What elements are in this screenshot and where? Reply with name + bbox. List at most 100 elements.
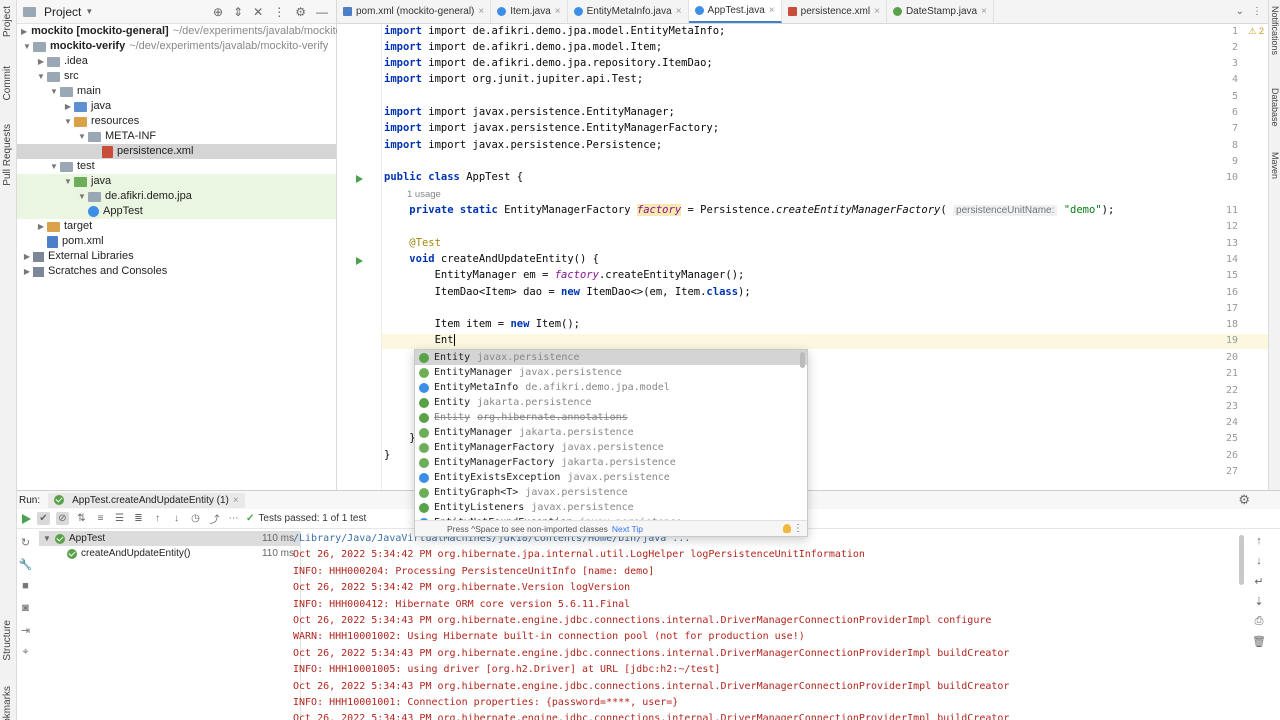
console-output[interactable]: /Library/Java/JavaVirtualMachines/jdk18/… bbox=[293, 531, 1238, 720]
tree-item-test[interactable]: ▼ test bbox=[17, 159, 336, 174]
import-icon[interactable]: ⋯ bbox=[227, 512, 240, 525]
chevron-right-icon[interactable]: ▶ bbox=[62, 99, 74, 114]
chevron-down-icon[interactable]: ▼ bbox=[76, 129, 88, 144]
hide-icon[interactable]: — bbox=[316, 5, 328, 19]
close-icon[interactable]: × bbox=[478, 6, 484, 17]
test-suite-row[interactable]: ▼ AppTest 110 ms bbox=[39, 531, 300, 546]
chevron-right-icon[interactable]: ▶ bbox=[21, 24, 27, 39]
test-case-row[interactable]: createAndUpdateEntity() 110 ms bbox=[39, 546, 300, 561]
project-panel-title[interactable]: Project bbox=[44, 5, 81, 19]
camera-icon[interactable]: ◙ bbox=[17, 597, 34, 619]
collapse-all-icon[interactable]: ≣ bbox=[132, 512, 145, 525]
gear-icon[interactable]: ⚙ bbox=[295, 5, 306, 19]
commit-tool-tab[interactable]: Commit bbox=[2, 66, 13, 100]
tree-item-src[interactable]: ▼ src bbox=[17, 69, 336, 84]
show-passed-icon[interactable]: ✔ bbox=[37, 512, 50, 525]
completion-item[interactable]: EntityManagerFactory jakarta.persistence bbox=[415, 455, 807, 470]
tree-item-scratches[interactable]: ▶ Scratches and Consoles bbox=[17, 264, 336, 279]
bookmarks-tool-tab[interactable]: Bookmarks bbox=[2, 686, 13, 720]
chevron-right-icon[interactable]: ▶ bbox=[21, 264, 33, 279]
close-icon[interactable]: × bbox=[676, 6, 682, 17]
chevron-down-icon[interactable]: ▼ bbox=[35, 69, 47, 84]
tree-item-main[interactable]: ▼ main bbox=[17, 84, 336, 99]
tree-item-mockito[interactable]: ▶ mockito [mockito-general] ~/dev/experi… bbox=[17, 24, 342, 39]
rerun-failed-icon[interactable]: ↻ bbox=[17, 531, 34, 553]
export-icon[interactable]: ⤴ bbox=[208, 512, 221, 526]
trash-icon[interactable]: 🗑 bbox=[1248, 631, 1270, 651]
completion-item[interactable]: Entity javax.persistence bbox=[415, 350, 807, 365]
tree-item-package[interactable]: ▼ de.afikri.demo.jpa bbox=[17, 189, 336, 204]
tab-persistence-xml[interactable]: persistence.xml × bbox=[782, 0, 887, 23]
tree-item-target[interactable]: ▶ target bbox=[17, 219, 336, 234]
structure-tool-tab[interactable]: Structure bbox=[2, 620, 13, 661]
chevron-right-icon[interactable]: ▶ bbox=[35, 54, 47, 69]
more-icon[interactable]: ⋮ bbox=[793, 523, 803, 534]
lightbulb-icon[interactable] bbox=[783, 524, 791, 533]
sort-alpha-icon[interactable]: ⇅ bbox=[75, 512, 88, 525]
completion-item[interactable]: EntityExistsException javax.persistence bbox=[415, 470, 807, 485]
tree-item-apptest[interactable]: AppTest bbox=[17, 204, 336, 219]
chevron-down-icon[interactable]: ▼ bbox=[76, 189, 88, 204]
expand-all-icon[interactable]: ☰ bbox=[113, 512, 126, 525]
tree-item-idea[interactable]: ▶ .idea bbox=[17, 54, 336, 69]
collapse-all-icon[interactable]: ⇕ bbox=[233, 5, 243, 19]
stop-icon[interactable]: ■ bbox=[17, 575, 34, 597]
rerun-icon[interactable] bbox=[22, 513, 31, 524]
login-icon[interactable]: ⇥ bbox=[17, 619, 34, 641]
tab-list-icon[interactable]: ⌄ bbox=[1236, 6, 1244, 17]
console-scrollbar[interactable] bbox=[1239, 535, 1244, 585]
close-icon[interactable]: × bbox=[981, 6, 987, 17]
completion-item[interactable]: EntityManagerFactory javax.persistence bbox=[415, 440, 807, 455]
chevron-right-icon[interactable]: ▶ bbox=[21, 249, 33, 264]
completion-item[interactable]: EntityMetaInfo de.afikri.demo.jpa.model bbox=[415, 380, 807, 395]
chevron-down-icon[interactable]: ▼ bbox=[43, 534, 55, 543]
close-icon[interactable]: × bbox=[555, 6, 561, 17]
chevron-right-icon[interactable]: ▶ bbox=[35, 219, 47, 234]
tree-item-meta-inf[interactable]: ▼ META-INF bbox=[17, 129, 336, 144]
sort-duration-icon[interactable]: ≡ bbox=[94, 512, 107, 525]
tree-item-resources[interactable]: ▼ resources bbox=[17, 114, 336, 129]
tab-entitymetainfo-java[interactable]: EntityMetaInfo.java × bbox=[568, 0, 689, 23]
notifications-tool-tab[interactable]: Notifications bbox=[1270, 6, 1280, 55]
maven-tool-tab[interactable]: Maven bbox=[1270, 152, 1280, 179]
run-config-tab[interactable]: AppTest.createAndUpdateEntity (1) × bbox=[48, 492, 245, 508]
tree-item-persistence-xml[interactable]: persistence.xml bbox=[17, 144, 336, 159]
pin-icon[interactable]: ⌖ bbox=[17, 641, 34, 663]
chevron-down-icon[interactable]: ▼ bbox=[62, 114, 74, 129]
completion-item[interactable]: Entity org.hibernate.annotations bbox=[415, 410, 807, 425]
run-test-icon[interactable] bbox=[356, 257, 363, 265]
locate-icon[interactable]: ⊕ bbox=[213, 5, 223, 19]
tree-item-main-java[interactable]: ▶ java bbox=[17, 99, 336, 114]
completion-item[interactable]: EntityListeners javax.persistence bbox=[415, 500, 807, 515]
database-tool-tab[interactable]: Database bbox=[1270, 88, 1280, 127]
expand-all-icon[interactable]: ✕ bbox=[253, 5, 263, 19]
tree-item-external-libraries[interactable]: ▶ External Libraries bbox=[17, 249, 336, 264]
tab-item-java[interactable]: Item.java × bbox=[491, 0, 568, 23]
usage-hint[interactable]: 1 usage bbox=[407, 189, 441, 200]
next-failed-icon[interactable]: ↓ bbox=[170, 512, 183, 525]
code-completion-popup[interactable]: Entity javax.persistence EntityManager java… bbox=[414, 349, 808, 537]
project-tool-tab[interactable]: Project bbox=[2, 6, 13, 37]
previous-failed-icon[interactable]: ↑ bbox=[151, 512, 164, 525]
tab-apptest-java[interactable]: AppTest.java × bbox=[688, 0, 782, 23]
print-icon[interactable]: ⎙ bbox=[1248, 611, 1270, 631]
scroll-to-end-icon[interactable]: ⇣ bbox=[1248, 591, 1270, 611]
completion-item[interactable]: EntityGraph<T> javax.persistence bbox=[415, 485, 807, 500]
completion-item[interactable]: Entity jakarta.persistence bbox=[415, 395, 807, 410]
completion-item[interactable]: EntityManager jakarta.persistence bbox=[415, 425, 807, 440]
wrench-icon[interactable]: 🔧 bbox=[17, 553, 34, 575]
arrow-down-icon[interactable]: ↓ bbox=[1248, 551, 1270, 571]
warning-icon[interactable]: ⚠ 2 bbox=[1248, 26, 1264, 37]
completion-item[interactable]: EntityManager javax.persistence bbox=[415, 365, 807, 380]
more-icon[interactable]: ⋮ bbox=[273, 5, 285, 19]
soft-wrap-icon[interactable]: ↵ bbox=[1248, 571, 1270, 591]
popup-scrollbar[interactable] bbox=[800, 352, 805, 368]
close-icon[interactable]: × bbox=[769, 5, 775, 16]
chevron-down-icon[interactable]: ▼ bbox=[62, 174, 74, 189]
run-class-icon[interactable] bbox=[356, 175, 363, 183]
tab-pom-xml[interactable]: pom.xml (mockito-general) × bbox=[337, 0, 492, 23]
tree-item-test-java[interactable]: ▼ java bbox=[17, 174, 336, 189]
pull-requests-tool-tab[interactable]: Pull Requests bbox=[2, 124, 13, 186]
history-icon[interactable]: ◷ bbox=[189, 512, 202, 525]
tree-item-pom-xml[interactable]: pom.xml bbox=[17, 234, 336, 249]
